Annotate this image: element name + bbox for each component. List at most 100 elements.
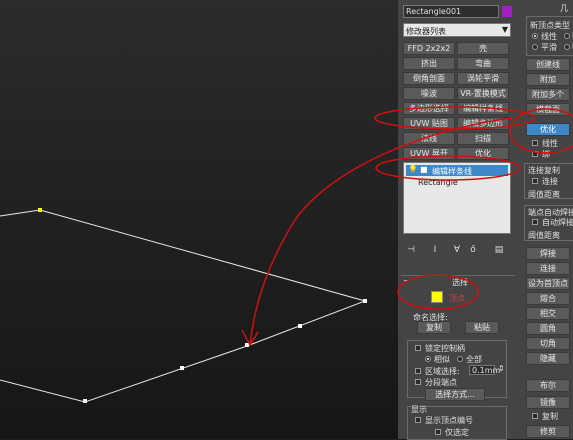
attach-multiple-button[interactable]: 附加多个 — [526, 88, 570, 101]
linear-radio[interactable] — [532, 33, 538, 39]
stack-base-label[interactable]: Rectangle — [418, 178, 458, 187]
modify-panel: Rectangle001 修改器列表 ▼ FFD 2x2x2 壳挤出 弯曲 倒角剖面涡… — [398, 0, 520, 440]
mirror-copy-checkbox[interactable] — [532, 413, 538, 419]
area-select-value[interactable]: 0.1mm — [469, 365, 500, 375]
modifier-button[interactable]: 挤出 — [403, 57, 455, 70]
segment-end-label: 分段端点 — [425, 378, 457, 387]
display-label: 显示 — [411, 405, 427, 414]
modifier-button[interactable]: 壳 — [457, 42, 509, 55]
modifier-button[interactable]: 扫描 — [457, 132, 509, 145]
modifier-button[interactable]: 编辑多边形 — [457, 117, 509, 130]
connect-button[interactable]: 连接 — [526, 262, 570, 275]
make-first-button[interactable]: 设为首顶点 — [526, 277, 570, 290]
modifier-button[interactable]: 噪波 — [403, 87, 455, 100]
modifier-button[interactable]: 优化 — [457, 147, 509, 160]
modifier-button[interactable]: 多边形选择 — [403, 102, 455, 115]
modifier-list-label: 修改器列表 — [406, 27, 446, 36]
modifier-button[interactable]: 法线 — [403, 132, 455, 145]
configure-icon[interactable]: ▤ — [493, 244, 505, 256]
fuse-button[interactable]: 熔合 — [526, 292, 570, 305]
fillet-button[interactable]: 圆角 — [526, 322, 570, 335]
chamfer-button[interactable]: 切角 — [526, 337, 570, 350]
all-label: 全部 — [466, 355, 482, 364]
linear-label: 线性 — [541, 32, 557, 41]
cycle-button[interactable]: 相交 — [526, 307, 570, 320]
auto-weld-checkbox[interactable] — [532, 219, 538, 225]
vertex-new[interactable] — [245, 343, 249, 347]
selection-title[interactable]: 选择 — [452, 277, 468, 288]
connect-checkbox[interactable] — [532, 178, 538, 184]
spinner-icon[interactable]: ⇕ — [498, 364, 505, 373]
object-color-swatch[interactable] — [502, 6, 512, 17]
modifier-list-dropdown[interactable]: 修改器列表 ▼ — [403, 23, 511, 37]
stack-toolbar: ⊣ Ⅰ ∀ ő ▤ — [403, 244, 511, 258]
modifier-button[interactable]: UVW 贴图 — [403, 117, 455, 130]
copy-button[interactable]: 复制 — [417, 321, 451, 334]
new-vertex-type-label: 新顶点类型 — [530, 21, 570, 30]
vertex-mode-icon[interactable] — [431, 291, 443, 303]
modifier-button[interactable]: 弯曲 — [457, 57, 509, 70]
smooth-radio[interactable] — [532, 44, 538, 50]
stack-item-edit-spline[interactable]: 💡 ■ 编辑样条线 — [406, 165, 508, 176]
area-select-label: 区域选择: — [425, 367, 460, 376]
vertex[interactable] — [363, 299, 367, 303]
bind-first-label: 绑 — [542, 150, 550, 159]
pin-stack-icon[interactable]: ⊣ — [405, 244, 417, 256]
rollout-toggle-icon[interactable]: − — [403, 276, 410, 285]
bezier-corner-radio[interactable] — [564, 44, 570, 50]
refine-button[interactable]: 优化 — [526, 123, 570, 136]
modifier-button[interactable]: UVW 展开 — [403, 147, 455, 160]
bezier-radio[interactable] — [564, 33, 570, 39]
show-vertex-numbers-checkbox[interactable] — [415, 417, 421, 423]
mirror-button[interactable]: 镜像 — [526, 396, 570, 409]
refine-linear-checkbox[interactable] — [532, 140, 538, 146]
area-select-checkbox[interactable] — [415, 368, 421, 374]
vertex-mode-label: 顶点 — [449, 294, 465, 303]
viewport[interactable] — [0, 0, 398, 439]
modifier-button[interactable]: 编辑样条线 — [457, 102, 509, 115]
bulb-icon[interactable]: 💡 — [408, 165, 418, 174]
bind-first-checkbox[interactable] — [532, 151, 538, 157]
vertex[interactable] — [83, 399, 87, 403]
geometry-title[interactable]: 几 — [560, 3, 568, 14]
weld-button[interactable]: 焊接 — [526, 247, 570, 260]
modifier-button[interactable]: FFD 2x2x2 — [403, 42, 455, 55]
remove-modifier-icon[interactable]: ő — [467, 244, 479, 256]
hide-button[interactable]: 隐藏 — [526, 352, 570, 365]
similar-label: 相似 — [434, 355, 450, 364]
create-line-button[interactable]: 创建线 — [526, 58, 570, 71]
vertex-new[interactable] — [298, 324, 302, 328]
threshold2-label: 阈值距离 — [528, 231, 560, 240]
threshold-label: 阈值距离 — [528, 190, 560, 199]
boolean-button[interactable]: 布尔 — [526, 379, 570, 392]
smooth-label: 平滑 — [541, 43, 557, 52]
select-by-button[interactable]: 选择方式... — [425, 388, 485, 401]
attach-button[interactable]: 附加 — [526, 73, 570, 86]
similar-radio[interactable] — [425, 356, 431, 362]
vertex-new[interactable] — [180, 366, 184, 370]
show-end-result-icon[interactable]: Ⅰ — [429, 244, 441, 256]
cross-section-button[interactable]: 横截面 — [526, 103, 570, 116]
lock-handles-checkbox[interactable] — [415, 345, 421, 351]
geometry-rollout: 几 新顶点类型 线性 B 平滑 B 创建线 附加 附加多个 横截面 优化 线性 … — [520, 0, 573, 439]
modifier-button[interactable]: VR-置换模式 — [457, 87, 509, 100]
selected-only-checkbox[interactable] — [435, 429, 441, 435]
connect-copy-label: 连接复制 — [528, 166, 560, 175]
modifier-stack[interactable]: 💡 ■ 编辑样条线 Rectangle — [403, 162, 511, 234]
viewport-drawing[interactable] — [0, 0, 398, 439]
selection-rollout: − 选择 顶点 命名选择: 复制 粘贴 锁定控制柄 相似 全部 区域选择: 0.… — [401, 275, 515, 440]
vertex-first[interactable] — [38, 208, 42, 212]
rectangle-spline[interactable] — [0, 209, 367, 403]
object-name-field[interactable]: Rectangle001 — [403, 5, 499, 18]
make-unique-icon[interactable]: ∀ — [451, 244, 463, 256]
chevron-down-icon: ▼ — [501, 25, 508, 34]
all-radio[interactable] — [457, 356, 463, 362]
mirror-copy-label: 复制 — [542, 412, 558, 421]
modifier-button[interactable]: 倒角剖面 — [403, 72, 455, 85]
paste-button[interactable]: 粘贴 — [465, 321, 499, 334]
collapse-icon[interactable]: ■ — [420, 165, 428, 174]
modifier-button[interactable]: 涡轮平滑 — [457, 72, 509, 85]
trim-button[interactable]: 修剪 — [526, 425, 570, 438]
segment-end-checkbox[interactable] — [415, 379, 421, 385]
connect-label: 连接 — [542, 177, 558, 186]
